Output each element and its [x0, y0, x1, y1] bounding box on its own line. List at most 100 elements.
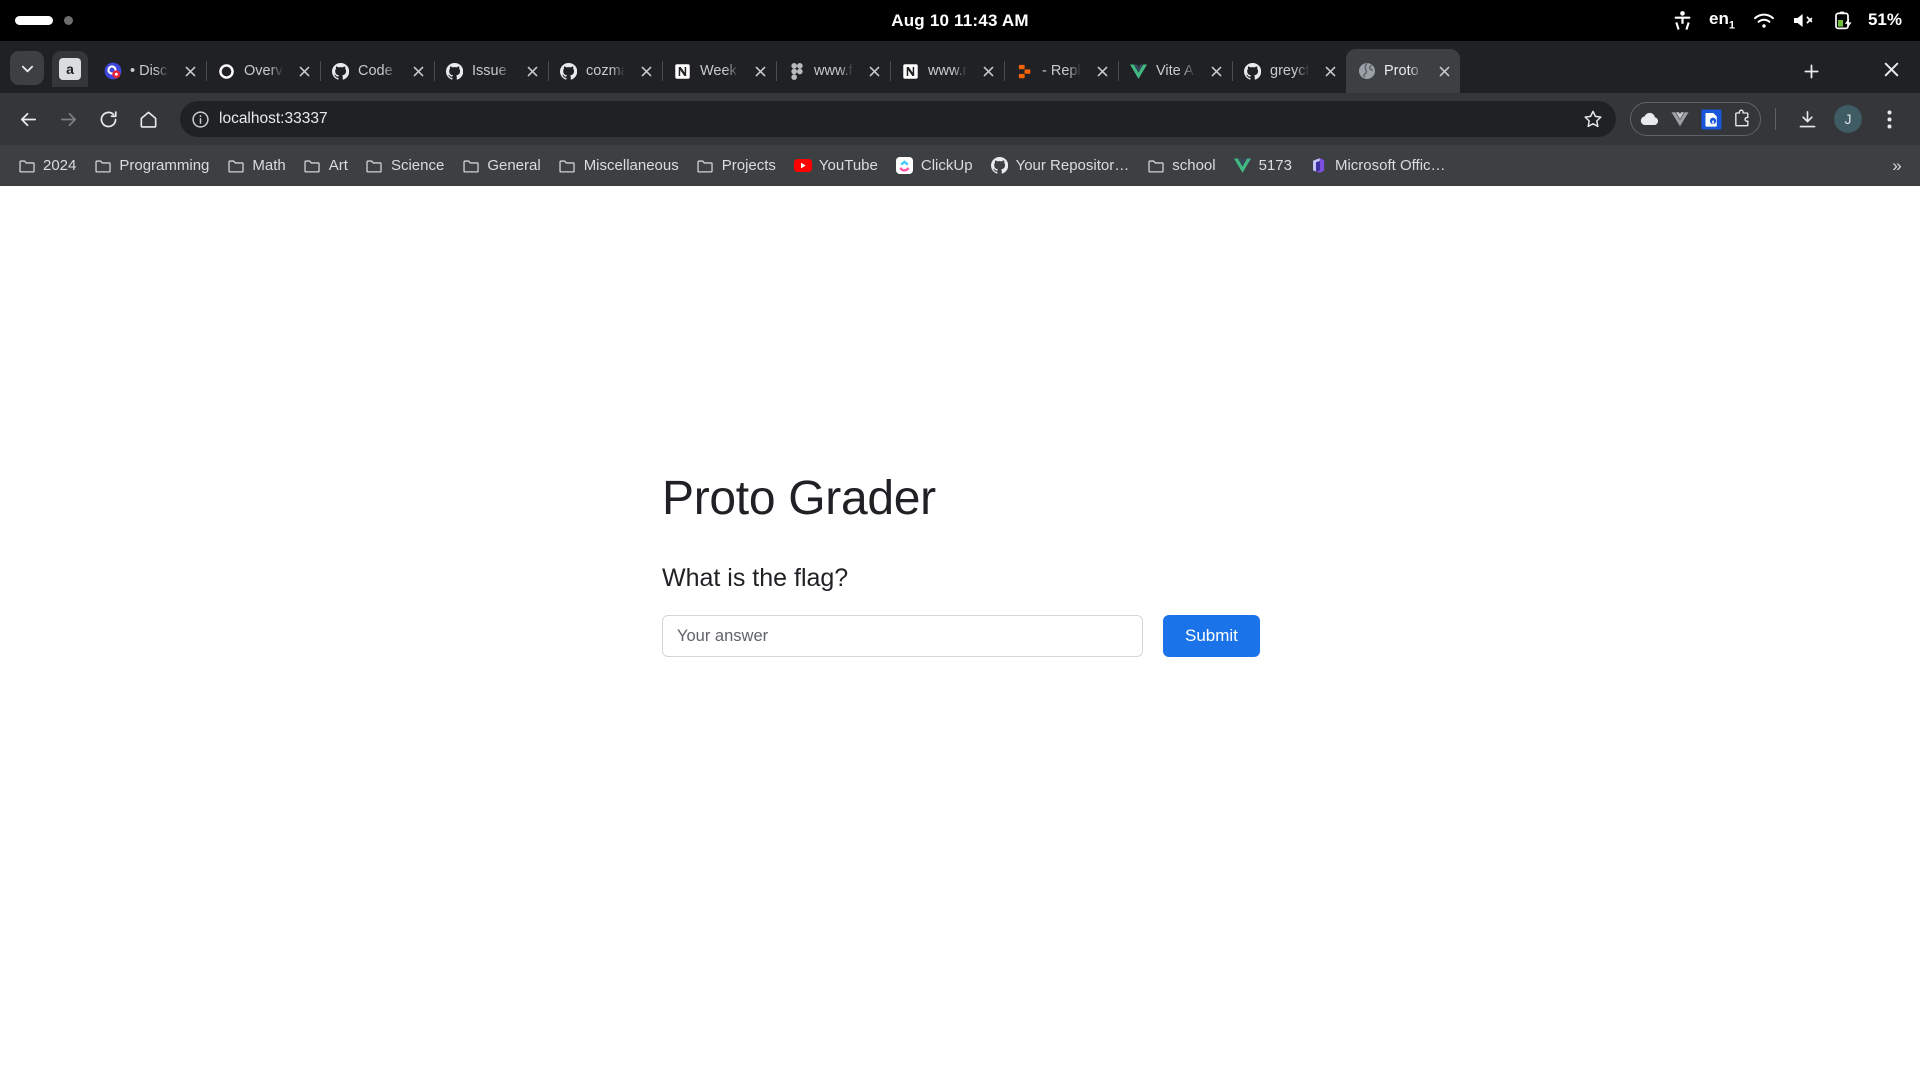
profile-avatar[interactable]: J — [1834, 105, 1862, 133]
bookmark-item[interactable]: ClickUp — [888, 151, 981, 181]
system-top-bar: Aug 10 11:43 AM en1 51% — [0, 0, 1920, 41]
tab-title: www.f — [814, 63, 853, 79]
submit-button[interactable]: Submit — [1163, 615, 1260, 657]
tab-title: greyct — [1270, 63, 1310, 79]
tab-close-icon[interactable] — [750, 61, 770, 81]
browser-tab[interactable]: Vite A — [1118, 49, 1232, 93]
folder-icon — [95, 159, 112, 173]
battery-percentage: 51% — [1867, 10, 1902, 30]
tab-title: - Repl — [1042, 63, 1081, 79]
system-status-area[interactable]: en1 51% — [1674, 9, 1920, 32]
vue-devtools-extension-icon[interactable] — [1669, 108, 1691, 130]
bookmark-label: Miscellaneous — [583, 157, 679, 174]
discord-icon — [104, 62, 122, 80]
github-icon — [991, 157, 1009, 174]
browser-tab[interactable]: www.f — [776, 49, 890, 93]
browser-window: a • Disc Overv Code s Issue s cozma Week www.f… — [0, 41, 1920, 1080]
browser-tab[interactable]: - Repl — [1004, 49, 1118, 93]
tab-search-button[interactable] — [10, 51, 44, 85]
github-icon — [560, 62, 577, 80]
browser-tab[interactable]: www.n — [890, 49, 1004, 93]
browser-tab[interactable]: Overv — [206, 49, 320, 93]
tab-close-icon[interactable] — [1206, 61, 1226, 81]
bookmarks-overflow-button[interactable]: » — [1882, 151, 1912, 181]
cloud-extension-icon[interactable] — [1638, 108, 1660, 130]
browser-tab[interactable]: Proto — [1346, 49, 1460, 93]
bookmark-item[interactable]: Microsoft Offic… — [1302, 151, 1454, 181]
tab-close-icon[interactable] — [636, 61, 656, 81]
page-viewport: Proto Grader What is the flag? Submit — [0, 186, 1920, 1080]
folder-icon — [18, 159, 36, 173]
bookmark-item[interactable]: Programming — [86, 151, 217, 181]
notion-icon — [674, 62, 691, 80]
bookmark-item[interactable]: school — [1139, 151, 1223, 181]
keyboard-layout-indicator[interactable]: en1 — [1709, 9, 1735, 31]
answer-form: Submit — [662, 615, 1362, 657]
tab-close-icon[interactable] — [864, 61, 884, 81]
tab-strip: a • Disc Overv Code s Issue s cozma Week www.f… — [0, 41, 1920, 93]
folder-icon — [304, 157, 322, 175]
bookmark-item[interactable]: Math — [219, 151, 293, 181]
folder-icon — [94, 157, 112, 175]
forward-button[interactable] — [50, 101, 86, 137]
browser-tab[interactable]: Week — [662, 49, 776, 93]
answer-input[interactable] — [662, 615, 1143, 657]
workspace-indicator-dot[interactable] — [64, 16, 73, 25]
tab-close-icon[interactable] — [1092, 61, 1112, 81]
site-info-icon[interactable] — [186, 105, 214, 133]
tab-close-icon[interactable] — [1434, 61, 1454, 81]
bookmark-star-icon[interactable] — [1578, 104, 1608, 134]
home-button[interactable] — [130, 101, 166, 137]
volume-muted-icon[interactable] — [1793, 12, 1816, 29]
download-button[interactable] — [1790, 102, 1824, 136]
youtube-icon — [793, 157, 812, 175]
vue-icon — [1234, 157, 1252, 175]
tab-close-icon[interactable] — [522, 61, 542, 81]
page-title: Proto Grader — [662, 472, 936, 525]
url-text[interactable]: localhost:33337 — [219, 110, 1578, 128]
back-button[interactable] — [10, 101, 46, 137]
circle-icon — [218, 63, 235, 80]
tab-close-icon[interactable] — [978, 61, 998, 81]
folder-icon — [304, 159, 321, 173]
wifi-icon[interactable] — [1753, 12, 1775, 29]
globe-icon — [1358, 62, 1376, 80]
address-bar[interactable]: localhost:33337 — [180, 101, 1616, 137]
bookmark-item[interactable]: General — [454, 151, 548, 181]
pinned-tab-a[interactable]: a — [52, 51, 88, 87]
page-content: Proto Grader What is the flag? Submit — [662, 471, 1362, 657]
bookmark-item[interactable]: 5173 — [1226, 151, 1300, 181]
bookmark-item[interactable]: Projects — [689, 151, 784, 181]
github-icon — [1244, 62, 1261, 80]
bookmark-item[interactable]: YouTube — [786, 151, 886, 181]
accessibility-icon[interactable] — [1674, 11, 1691, 30]
browser-tab[interactable]: cozma — [548, 49, 662, 93]
bookmark-item[interactable]: 2024 — [10, 151, 84, 181]
tab-close-icon[interactable] — [408, 61, 428, 81]
browser-tab[interactable]: Code s — [320, 49, 434, 93]
tab-close-icon[interactable] — [294, 61, 314, 81]
bookmark-item[interactable]: Art — [296, 151, 356, 181]
folder-icon — [463, 159, 480, 173]
activities-indicator[interactable] — [15, 16, 53, 25]
system-clock[interactable]: Aug 10 11:43 AM — [0, 11, 1920, 31]
tab-close-icon[interactable] — [1320, 61, 1340, 81]
bookmark-item[interactable]: Miscellaneous — [551, 151, 687, 181]
extensions-pill — [1630, 102, 1761, 136]
bookmark-item[interactable]: Science — [358, 151, 452, 181]
three-dot-menu-icon[interactable] — [1872, 102, 1906, 136]
window-close-button[interactable] — [1872, 50, 1910, 88]
tab-close-icon[interactable] — [180, 61, 200, 81]
battery-charging-icon[interactable] — [1834, 11, 1853, 30]
browser-tab[interactable]: greyct — [1232, 49, 1346, 93]
folder-icon — [697, 159, 714, 173]
browser-tab[interactable]: • Disc — [92, 49, 206, 93]
extensions-puzzle-icon[interactable] — [1731, 108, 1753, 130]
bookmark-item[interactable]: Your Repositor… — [983, 151, 1138, 181]
microsoft-office-icon — [1310, 157, 1328, 175]
reload-button[interactable] — [90, 101, 126, 137]
new-tab-button[interactable] — [1794, 54, 1828, 88]
bookmark-label: ClickUp — [920, 157, 973, 174]
browser-tab[interactable]: Issue s — [434, 49, 548, 93]
password-manager-extension-icon[interactable] — [1700, 108, 1722, 130]
